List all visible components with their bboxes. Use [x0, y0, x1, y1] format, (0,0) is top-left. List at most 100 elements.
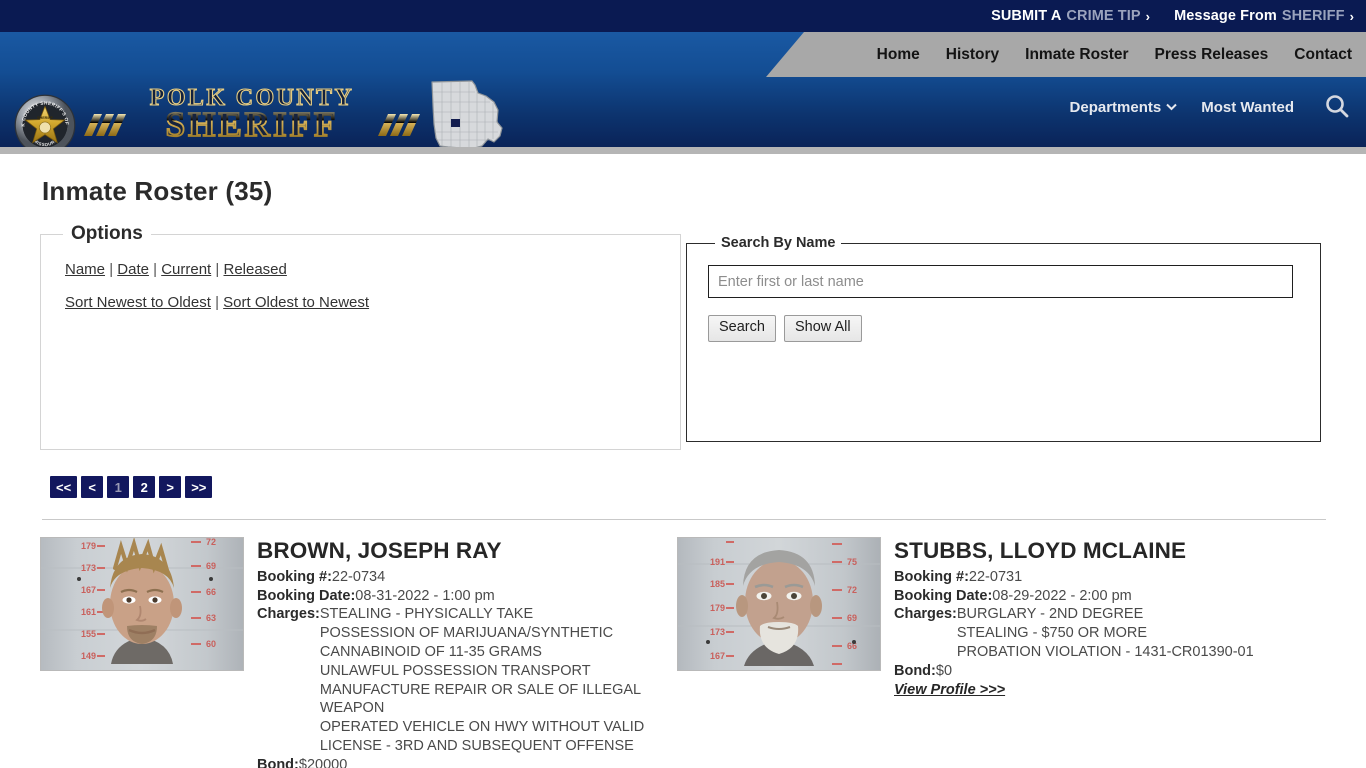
inmate-record: 179 173 167 161 155 149 72 69 66 63 60 B…: [40, 537, 677, 768]
svg-text:69: 69: [847, 613, 857, 623]
charge-item: STEALING - $750 OR MORE: [956, 625, 1148, 642]
header-search-button[interactable]: [1322, 92, 1352, 122]
options-separator: |: [215, 261, 220, 278]
option-link-current[interactable]: Current: [161, 261, 211, 278]
svg-text:149: 149: [81, 651, 96, 661]
header-underline: [0, 147, 1366, 154]
options-separator: |: [109, 261, 114, 278]
booking-date-line: Booking Date:08-31-2022 - 1:00 pm: [257, 587, 677, 606]
inmate-info: STUBBS, LLOYD MCLAINE Booking #:22-0731 …: [894, 537, 1254, 768]
svg-text:179: 179: [710, 603, 725, 613]
svg-text:66: 66: [206, 587, 216, 597]
charges-row: Charges: BURGLARY - 2ND DEGREE STEALING …: [894, 605, 1254, 661]
svg-text:179: 179: [81, 541, 96, 551]
options-sort-row: Sort Newest to Oldest | Sort Oldest to N…: [65, 292, 666, 315]
booking-number-label: Booking #:: [257, 568, 332, 585]
booking-date-value: 08-29-2022 - 2:00 pm: [992, 587, 1132, 604]
inmate-info: BROWN, JOSEPH RAY Booking #:22-0734 Book…: [257, 537, 677, 768]
search-button[interactable]: Search: [708, 315, 776, 342]
pagination-page-2[interactable]: 2: [133, 476, 156, 498]
booking-number-line: Booking #:22-0731: [894, 568, 1254, 587]
mugshot-image: 191185179 173167 7572 6966: [678, 538, 880, 670]
options-separator: |: [215, 293, 219, 311]
nav-item-history[interactable]: History: [946, 46, 999, 64]
chevron-right-icon: ›: [1349, 8, 1354, 24]
pagination-first[interactable]: <<: [50, 476, 78, 498]
page-title: Inmate Roster (35): [42, 176, 273, 206]
svg-text:167: 167: [710, 651, 725, 661]
option-link-date[interactable]: Date: [117, 261, 149, 278]
search-button-row: Search Show All: [708, 315, 1306, 342]
nav-item-most-wanted-label: Most Wanted: [1201, 98, 1294, 116]
nav-item-most-wanted[interactable]: Most Wanted: [1201, 99, 1294, 116]
svg-text:173: 173: [81, 563, 96, 573]
message-from-sheriff-muted: SHERIFF: [1281, 8, 1345, 24]
svg-text:72: 72: [847, 585, 857, 595]
nav-item-press-releases[interactable]: Press Releases: [1155, 46, 1269, 64]
option-link-sort-newest-to-oldest[interactable]: Sort Newest to Oldest: [65, 294, 211, 311]
roster-controls: Options Name | Date | Current | Released…: [40, 223, 1326, 450]
svg-text:155: 155: [81, 629, 96, 639]
search-input[interactable]: [708, 265, 1293, 298]
charges-list: STEALING - PHYSICALLY TAKE POSSESSION OF…: [320, 605, 677, 755]
booking-number-label: Booking #:: [894, 568, 969, 585]
svg-text:173: 173: [710, 627, 725, 637]
charge-item: PROBATION VIOLATION - 1431-CR01390-01: [956, 643, 1254, 660]
nav-item-departments-label: Departments: [1069, 98, 1162, 116]
inmate-name: STUBBS, LLOYD MCLAINE: [894, 538, 1187, 563]
option-link-name[interactable]: Name: [65, 261, 105, 278]
bond-value: $0: [935, 662, 953, 679]
options-legend: Options: [71, 223, 143, 244]
charge-item: BURGLARY - 2ND DEGREE: [956, 606, 1144, 623]
chevron-down-icon: [1166, 103, 1177, 111]
message-from-sheriff-link[interactable]: Message From SHERIFF ›: [1174, 8, 1354, 24]
svg-text:191: 191: [710, 557, 725, 567]
booking-number-value: 22-0734: [331, 568, 386, 585]
charges-label: Charges:: [894, 606, 957, 623]
missouri-map-icon: [431, 80, 503, 147]
svg-text:60: 60: [206, 639, 216, 649]
charges-row: Charges: STEALING - PHYSICALLY TAKE POSS…: [257, 605, 677, 755]
option-link-sort-oldest-to-newest[interactable]: Sort Oldest to Newest: [223, 294, 369, 311]
sheriff-badge-logo: POLK COUNTY SHERIFF'S OFFICE MISSOURI SH…: [14, 94, 76, 147]
booking-number-value: 22-0731: [968, 568, 1023, 585]
charge-item: OPERATED VEHICLE ON HWY WITHOUT VALID LI…: [319, 719, 645, 754]
mugshot-photo: 179 173 167 161 155 149 72 69 66 63 60: [40, 537, 244, 671]
bond-line: Bond:$20000: [257, 756, 677, 768]
booking-date-value: 08-31-2022 - 1:00 pm: [355, 587, 495, 604]
secondary-nav: Departments Most Wanted: [1070, 92, 1352, 122]
booking-date-line: Booking Date:08-29-2022 - 2:00 pm: [894, 587, 1254, 606]
submit-crime-tip-link[interactable]: SUBMIT A CRIME TIP ›: [991, 8, 1150, 24]
nav-item-home[interactable]: Home: [877, 46, 920, 64]
options-panel: Options Name | Date | Current | Released…: [40, 223, 681, 450]
pagination-page-1[interactable]: 1: [107, 476, 130, 498]
nav-item-departments[interactable]: Departments: [1070, 99, 1178, 116]
top-utility-bar: SUBMIT A CRIME TIP › Message From SHERIF…: [0, 0, 1366, 32]
svg-text:75: 75: [847, 557, 857, 567]
option-link-released[interactable]: Released: [223, 261, 286, 278]
search-icon: [1326, 95, 1349, 118]
svg-text:63: 63: [206, 613, 216, 623]
options-separator: |: [153, 261, 158, 278]
polk-county-sheriff-wordmark: POLK COUNTY SHERIFF: [84, 84, 420, 145]
pagination-next[interactable]: >: [159, 476, 182, 498]
charge-item: POSSESSION OF MARIJUANA/SYNTHETIC CANNAB…: [319, 625, 614, 660]
search-by-name-panel: Search By Name Search Show All: [686, 235, 1321, 442]
nav-item-contact[interactable]: Contact: [1294, 46, 1352, 64]
mugshot-photo: 191 185 179 173 167 75 72 69 66: [677, 537, 881, 671]
booking-date-label: Booking Date:: [894, 587, 993, 604]
svg-text:167: 167: [81, 585, 96, 595]
charges-label: Charges:: [257, 606, 320, 623]
svg-text:SHERIFF: SHERIFF: [37, 116, 54, 120]
bond-value: $20000: [298, 756, 348, 768]
message-from-sheriff-strong: Message From: [1174, 8, 1277, 24]
content-divider: [42, 519, 1326, 520]
svg-text:SHERIFF: SHERIFF: [166, 105, 339, 144]
charge-item: UNLAWFUL POSSESSION TRANSPORT MANUFACTUR…: [319, 662, 641, 717]
pagination-last[interactable]: >>: [185, 476, 213, 498]
pagination-prev[interactable]: <: [81, 476, 104, 498]
show-all-button[interactable]: Show All: [783, 315, 862, 342]
view-profile-link[interactable]: View Profile >>>: [894, 682, 1005, 698]
booking-date-label: Booking Date:: [257, 587, 356, 604]
nav-item-inmate-roster[interactable]: Inmate Roster: [1025, 46, 1128, 64]
